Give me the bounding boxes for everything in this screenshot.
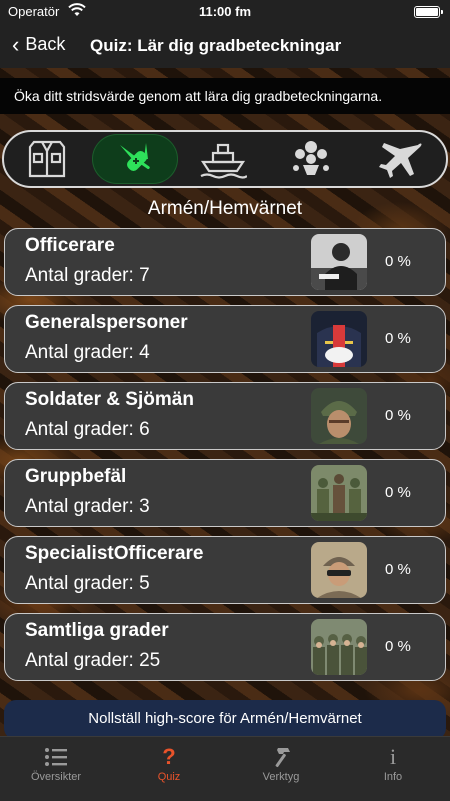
row-title: Gruppbefäl bbox=[25, 466, 127, 487]
navigation-bar: ‹ Back Quiz: Lär dig gradbeteckningar bbox=[0, 24, 450, 68]
category-navy[interactable] bbox=[180, 134, 266, 184]
tab-label: Översikter bbox=[30, 771, 82, 783]
general-photo-thumbnail bbox=[311, 311, 367, 367]
category-home-guard[interactable] bbox=[268, 134, 354, 184]
soldier-photo-thumbnail bbox=[311, 388, 367, 444]
quiz-row-samtliga-grader[interactable]: Samtliga grader Antal grader: 25 0 % bbox=[4, 613, 446, 681]
uniform-icon bbox=[24, 139, 70, 179]
row-title: Soldater & Sjömän bbox=[25, 389, 194, 410]
tab-verktyg[interactable]: Verktyg bbox=[236, 743, 326, 783]
ship-icon bbox=[199, 138, 247, 180]
row-count: Antal grader: 4 bbox=[25, 342, 150, 363]
tab-label: Quiz bbox=[157, 771, 181, 783]
tab-label: Info bbox=[383, 771, 403, 783]
troops-photo-thumbnail bbox=[311, 619, 367, 675]
officer-photo-thumbnail bbox=[311, 234, 367, 290]
question-icon: ? bbox=[162, 744, 176, 769]
quiz-row-generalspersoner[interactable]: Generalspersoner Antal grader: 4 0 % bbox=[4, 305, 446, 373]
quiz-row-gruppbefal[interactable]: Gruppbefäl Antal grader: 3 0 % bbox=[4, 459, 446, 527]
row-count: Antal grader: 7 bbox=[25, 265, 150, 286]
insignia-emblem-icon bbox=[289, 138, 333, 180]
row-title: Officerare bbox=[25, 235, 115, 256]
section-title: Armén/Hemvärnet bbox=[147, 198, 303, 219]
row-score: 0 % bbox=[385, 638, 411, 655]
squad-photo-thumbnail bbox=[311, 465, 367, 521]
tab-bar: Översikter ? Quiz Verktyg i Info bbox=[0, 736, 450, 801]
row-count: Antal grader: 3 bbox=[25, 496, 150, 517]
category-army[interactable] bbox=[92, 134, 178, 184]
row-score: 0 % bbox=[385, 330, 411, 347]
tab-label: Verktyg bbox=[262, 771, 300, 783]
row-score: 0 % bbox=[385, 407, 411, 424]
tab-oversikter[interactable]: Översikter bbox=[11, 743, 101, 783]
quiz-row-officerare[interactable]: Officerare Antal grader: 7 0 % bbox=[4, 228, 446, 296]
page-title: Quiz: Lär dig gradbeteckningar bbox=[90, 36, 342, 55]
back-button[interactable]: ‹ Back bbox=[12, 31, 66, 57]
row-title: SpecialistOfficerare bbox=[25, 543, 204, 564]
row-title: Samtliga grader bbox=[25, 620, 169, 641]
specialist-photo-thumbnail bbox=[311, 542, 367, 598]
row-count: Antal grader: 6 bbox=[25, 419, 150, 440]
category-uniform[interactable] bbox=[4, 134, 90, 184]
clock: 11:00 fm bbox=[198, 4, 252, 19]
chevron-left-icon: ‹ bbox=[12, 31, 20, 57]
info-icon: i bbox=[389, 744, 397, 769]
row-score: 0 % bbox=[385, 253, 411, 270]
row-score: 0 % bbox=[385, 484, 411, 501]
info-banner: Öka ditt stridsvärde genom att lära dig … bbox=[0, 78, 450, 114]
list-icon bbox=[11, 743, 101, 771]
swiss-army-knife-icon bbox=[110, 137, 160, 181]
row-count: Antal grader: 5 bbox=[25, 573, 150, 594]
quiz-row-specialistofficerare[interactable]: SpecialistOfficerare Antal grader: 5 0 % bbox=[4, 536, 446, 604]
category-air-force[interactable] bbox=[356, 134, 442, 184]
tab-quiz[interactable]: ? Quiz bbox=[124, 743, 214, 783]
reset-highscore-button[interactable]: Nollställ high-score för Armén/Hemvärnet bbox=[4, 700, 446, 740]
row-score: 0 % bbox=[385, 561, 411, 578]
row-title: Generalspersoner bbox=[25, 312, 188, 333]
battery-icon bbox=[414, 6, 443, 18]
tab-info[interactable]: i Info bbox=[348, 743, 438, 783]
status-bar: Operatör 11:00 fm bbox=[0, 0, 450, 24]
banner-text: Öka ditt stridsvärde genom att lära dig … bbox=[14, 88, 383, 104]
hammer-icon bbox=[236, 743, 326, 771]
row-count: Antal grader: 25 bbox=[25, 650, 161, 671]
airplane-icon bbox=[374, 138, 424, 180]
quiz-row-soldater-sjoman[interactable]: Soldater & Sjömän Antal grader: 6 0 % bbox=[4, 382, 446, 450]
back-label: Back bbox=[25, 34, 66, 54]
category-selector bbox=[2, 130, 448, 188]
